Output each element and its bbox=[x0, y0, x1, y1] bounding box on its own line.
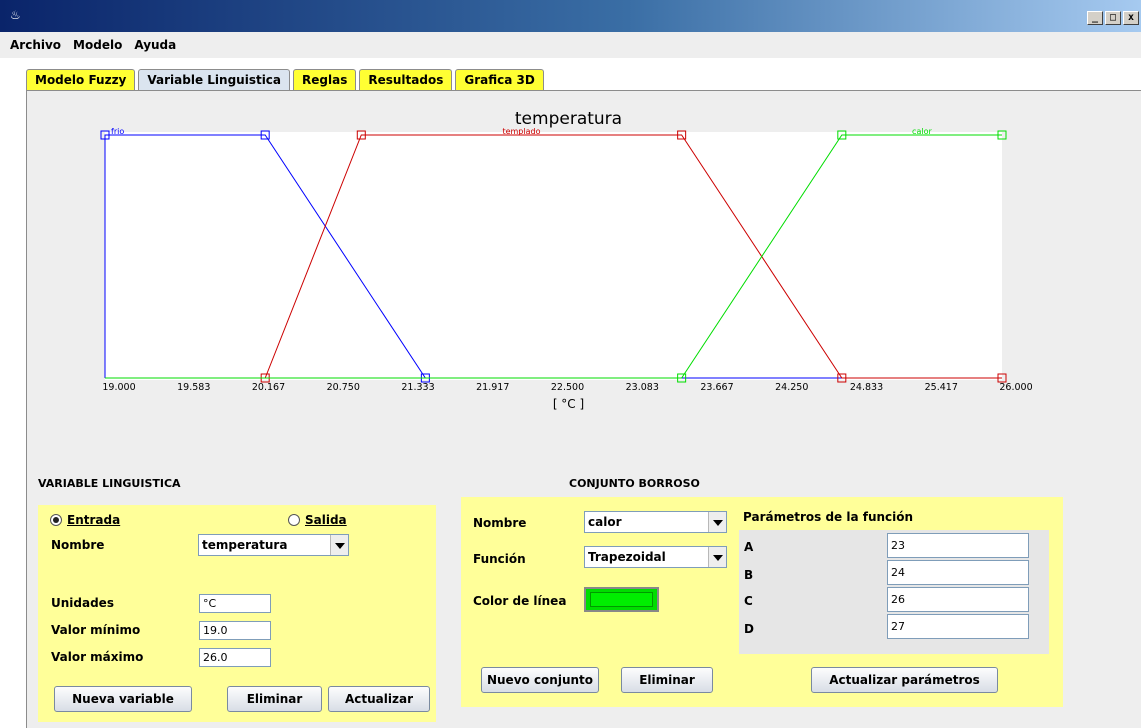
chevron-down-icon[interactable] bbox=[708, 547, 726, 567]
tab-grafica-3d[interactable]: Grafica 3D bbox=[455, 69, 544, 90]
x-tick-label: 21.333 bbox=[401, 382, 434, 393]
valor-maximo-label: Valor máximo bbox=[51, 650, 144, 664]
unidades-field[interactable] bbox=[199, 594, 271, 613]
menu-modelo[interactable]: Modelo bbox=[73, 38, 122, 52]
color-linea-label: Color de línea bbox=[473, 594, 567, 608]
conjunto-nombre-value: calor bbox=[588, 515, 622, 529]
x-tick-label: 24.250 bbox=[775, 382, 808, 393]
series-label-calor: calor bbox=[912, 127, 932, 136]
x-tick-label: 22.500 bbox=[551, 382, 584, 393]
unidades-label: Unidades bbox=[51, 596, 114, 610]
actualizar-variable-button[interactable]: Actualizar bbox=[328, 686, 430, 712]
menu-ayuda[interactable]: Ayuda bbox=[134, 38, 176, 52]
chart-title: temperatura bbox=[515, 109, 622, 129]
radio-salida-dot[interactable] bbox=[288, 514, 300, 526]
conjunto-section-title: CONJUNTO BORROSO bbox=[569, 477, 700, 490]
params-area: A B C D bbox=[739, 530, 1049, 654]
x-tick-label: 20.750 bbox=[327, 382, 360, 393]
funcion-combo[interactable]: Trapezoidal bbox=[584, 546, 727, 568]
param-b-label: B bbox=[744, 568, 754, 582]
x-tick-label: 23.083 bbox=[626, 382, 659, 393]
params-title: Parámetros de la función bbox=[743, 510, 914, 524]
membership-chart-svg: temperatura frio templado calor 19.000 19.583… bbox=[100, 109, 1033, 411]
conjunto-panel: Nombre calor Función Trapezoidal Color d… bbox=[461, 497, 1063, 707]
param-c-field[interactable] bbox=[887, 587, 1029, 612]
x-tick-label: 24.833 bbox=[850, 382, 883, 393]
minimize-button[interactable]: _ bbox=[1087, 11, 1103, 25]
chevron-down-icon[interactable] bbox=[330, 535, 348, 555]
variable-nombre-value: temperatura bbox=[202, 538, 288, 552]
param-a-label: A bbox=[744, 540, 754, 554]
color-linea-swatch[interactable] bbox=[584, 587, 659, 612]
radio-entrada-dot[interactable] bbox=[50, 514, 62, 526]
funcion-value: Trapezoidal bbox=[588, 550, 666, 564]
radio-salida[interactable]: Salida bbox=[288, 513, 347, 527]
x-tick-label: 23.667 bbox=[700, 382, 733, 393]
java-app-icon: ♨ bbox=[10, 8, 21, 22]
funcion-label: Función bbox=[473, 552, 526, 566]
menu-archivo[interactable]: Archivo bbox=[10, 38, 61, 52]
param-d-field[interactable] bbox=[887, 614, 1029, 639]
variable-nombre-combo[interactable]: temperatura bbox=[198, 534, 349, 556]
x-tick-label: 25.417 bbox=[925, 382, 958, 393]
tab-strip: Modelo Fuzzy Variable Linguistica Reglas… bbox=[26, 69, 544, 90]
tab-resultados[interactable]: Resultados bbox=[359, 69, 453, 90]
menu-bar: Archivo Modelo Ayuda bbox=[0, 32, 1141, 58]
eliminar-conjunto-button[interactable]: Eliminar bbox=[621, 667, 713, 693]
series-label-templado: templado bbox=[502, 127, 540, 136]
x-tick-label: 26.000 bbox=[999, 382, 1032, 393]
x-axis-label: [ °C ] bbox=[553, 397, 584, 411]
tab-variable-linguistica[interactable]: Variable Linguistica bbox=[138, 69, 291, 90]
variable-section-title: VARIABLE LINGUISTICA bbox=[38, 477, 181, 490]
valor-minimo-label: Valor mínimo bbox=[51, 623, 141, 637]
conjunto-nombre-label: Nombre bbox=[473, 516, 527, 530]
x-tick-label: 19.000 bbox=[102, 382, 135, 393]
x-tick-label: 19.583 bbox=[177, 382, 210, 393]
radio-salida-label: Salida bbox=[305, 513, 347, 527]
x-tick-label: 21.917 bbox=[476, 382, 509, 393]
tab-reglas[interactable]: Reglas bbox=[293, 69, 357, 90]
chevron-down-icon[interactable] bbox=[708, 512, 726, 532]
param-a-field[interactable] bbox=[887, 533, 1029, 558]
color-linea-swatch-inner bbox=[590, 592, 653, 607]
param-b-field[interactable] bbox=[887, 560, 1029, 585]
variable-panel: Entrada Salida Nombre temperatura Unidad… bbox=[38, 505, 436, 722]
conjunto-nombre-combo[interactable]: calor bbox=[584, 511, 727, 533]
valor-maximo-field[interactable] bbox=[199, 648, 271, 667]
membership-chart: temperatura frio templado calor 19.000 19.583… bbox=[30, 94, 1090, 427]
radio-entrada-label: Entrada bbox=[67, 513, 121, 527]
eliminar-variable-button[interactable]: Eliminar bbox=[227, 686, 322, 712]
window-titlebar[interactable]: ♨ _ □ x bbox=[0, 0, 1141, 32]
valor-minimo-field[interactable] bbox=[199, 621, 271, 640]
param-c-label: C bbox=[744, 594, 753, 608]
actualizar-parametros-button[interactable]: Actualizar parámetros bbox=[811, 667, 998, 693]
param-d-label: D bbox=[744, 622, 754, 636]
maximize-button[interactable]: □ bbox=[1105, 11, 1121, 25]
nuevo-conjunto-button[interactable]: Nuevo conjunto bbox=[481, 667, 599, 693]
close-button[interactable]: x bbox=[1123, 11, 1139, 25]
plot-area bbox=[105, 132, 1002, 380]
tab-modelo-fuzzy[interactable]: Modelo Fuzzy bbox=[26, 69, 136, 90]
series-label-frio: frio bbox=[111, 127, 124, 136]
variable-nombre-label: Nombre bbox=[51, 538, 105, 552]
nueva-variable-button[interactable]: Nueva variable bbox=[54, 686, 192, 712]
x-tick-label: 20.167 bbox=[252, 382, 285, 393]
radio-entrada[interactable]: Entrada bbox=[50, 513, 120, 527]
window-controls: _ □ x bbox=[1087, 11, 1139, 25]
